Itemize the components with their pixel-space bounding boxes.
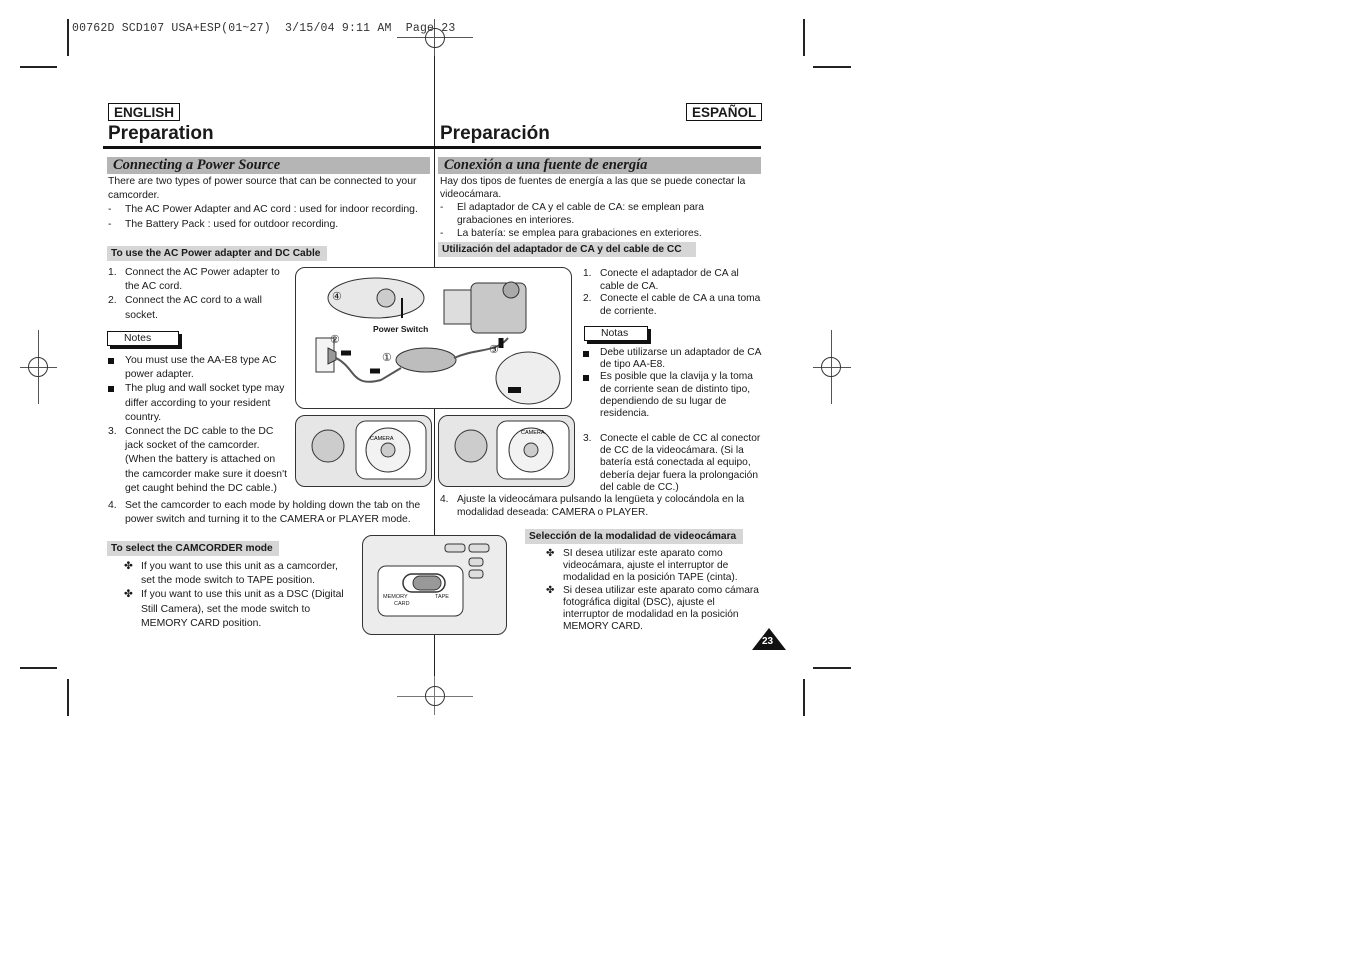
- note-item: You must use the AA-E8 type AC power ada…: [108, 354, 288, 382]
- crop-mark: [813, 66, 851, 68]
- notes-label-english: Notes: [107, 331, 179, 346]
- intro-item: - El adaptador de CA y el cable de CA: se…: [440, 202, 704, 226]
- intro-item: - La batería: se emplea para grabaciones …: [440, 228, 702, 239]
- mode-list-english: ✤ If you want to use this unit as a camco…: [124, 560, 349, 631]
- section-title-english: Connecting a Power Source: [107, 157, 430, 174]
- mode-switch-illustration: [377, 543, 490, 617]
- power-switch-label: Power Switch: [373, 324, 429, 334]
- dial-camera-label: CAMERA: [521, 430, 545, 436]
- note-item: Es posible que la clavija y la toma de c…: [583, 371, 763, 420]
- step-item: 4. Ajuste la videocámara pulsando la leng…: [440, 494, 745, 518]
- crop-mark: [67, 679, 69, 716]
- callout-4: ④: [332, 291, 342, 303]
- crop-mark: [813, 667, 851, 669]
- page-title-spanish: Preparación: [440, 123, 550, 144]
- intro-item: - The AC Power Adapter and AC cord : used…: [108, 204, 418, 216]
- spanish-badge: ESPAÑOL: [686, 103, 763, 121]
- figure-ac-connection: ④ ② ① ③ Power Switch: [295, 267, 572, 409]
- step-item: 3. Conecte el cable de CC al conector de …: [583, 433, 761, 493]
- subsection-ac-adapter-english: To use the AC Power adapter and DC Cable: [107, 246, 327, 261]
- intro-english: There are two types of power source that…: [108, 175, 428, 232]
- note-item: Debe utilizarse un adaptador de CA de ti…: [583, 347, 763, 371]
- step-item: 1. Connect the AC Power adapter to the AC…: [108, 267, 280, 293]
- power-dial-illustration: CAMERA: [311, 420, 427, 480]
- step-item: 1. Conecte el adaptador de CA al cable de…: [583, 268, 739, 292]
- crop-mark: [20, 667, 57, 669]
- step3-spanish: 3. Conecte el cable de CC al conector de …: [583, 433, 763, 494]
- english-badge: ENGLISH: [108, 103, 181, 121]
- subsection-camcorder-mode-spanish: Selección de la modalidad de videocámara: [525, 529, 743, 544]
- subsection-camcorder-mode-english: To select the CAMCORDER mode: [107, 541, 279, 556]
- intro-item: - The Battery Pack : used for outdoor rec…: [108, 218, 339, 230]
- notes-spanish: Debe utilizarse un adaptador de CA de ti…: [583, 347, 763, 420]
- step-item: 2. Connect the AC cord to a wall socket.: [108, 295, 262, 321]
- step-item: 2. Conecte el cable de CA a una toma de c…: [583, 293, 761, 317]
- mode-item: ✤ Si desea utilizar este aparato como cám…: [546, 584, 759, 633]
- steps-english: 1. Connect the AC Power adapter to the AC…: [108, 266, 286, 323]
- print-header: 00762D SCD107 USA+ESP(01~27) 3/15/04 9:1…: [72, 22, 456, 35]
- mode-list-spanish: ✤ SI desea utilizar este aparato como vid…: [546, 548, 761, 633]
- power-dial-illustration: CAMERA: [454, 420, 570, 480]
- crop-mark: [803, 19, 805, 56]
- figure-power-dial-player: CAMERA: [438, 415, 575, 487]
- mode-tape-label: TAPE: [435, 594, 449, 600]
- figure-mode-switch: MEMORY CARD TAPE: [362, 535, 507, 635]
- callout-2: ②: [330, 334, 340, 346]
- mode-memory-label: MEMORY: [383, 594, 408, 600]
- mode-item: ✤ SI desea utilizar este aparato como vid…: [546, 548, 738, 584]
- callout-3: ③: [489, 344, 499, 356]
- notes-label-spanish: Notas: [584, 326, 648, 341]
- dial-camera-label: CAMERA: [370, 436, 394, 442]
- mode-card-label: CARD: [394, 601, 410, 607]
- note-item: The plug and wall socket type may differ…: [108, 382, 288, 425]
- step-item: 4. Set the camcorder to each mode by hold…: [108, 500, 421, 526]
- mode-item: ✤ If you want to use this unit as a DSC (…: [124, 589, 344, 629]
- page-title-english: Preparation: [108, 123, 214, 144]
- intro-spanish: Hay dos tipos de fuentes de energía a la…: [440, 175, 760, 240]
- page-number-badge: 23: [752, 628, 786, 650]
- step-item: 3. Connect the DC cable to the DC jack so…: [108, 426, 287, 494]
- step4-english: 4. Set the camcorder to each mode by hold…: [108, 499, 426, 527]
- crop-mark: [803, 679, 805, 716]
- callout-1: ①: [382, 352, 392, 364]
- page-number: 23: [762, 636, 774, 647]
- title-rule: [103, 146, 761, 149]
- crop-mark: [20, 66, 57, 68]
- steps-spanish: 1. Conecte el adaptador de CA al cable de…: [583, 268, 763, 318]
- notes-english: You must use the AA-E8 type AC power ada…: [108, 354, 288, 496]
- section-title-spanish: Conexión a una fuente de energía: [438, 157, 761, 174]
- mode-item: ✤ If you want to use this unit as a camco…: [124, 561, 338, 587]
- figure-power-dial-camera: CAMERA: [295, 415, 432, 487]
- crop-mark: [67, 19, 69, 56]
- step4-spanish: 4. Ajuste la videocámara pulsando la leng…: [440, 494, 758, 520]
- subsection-ac-adapter-spanish: Utilización del adaptador de CA y del ca…: [438, 242, 696, 257]
